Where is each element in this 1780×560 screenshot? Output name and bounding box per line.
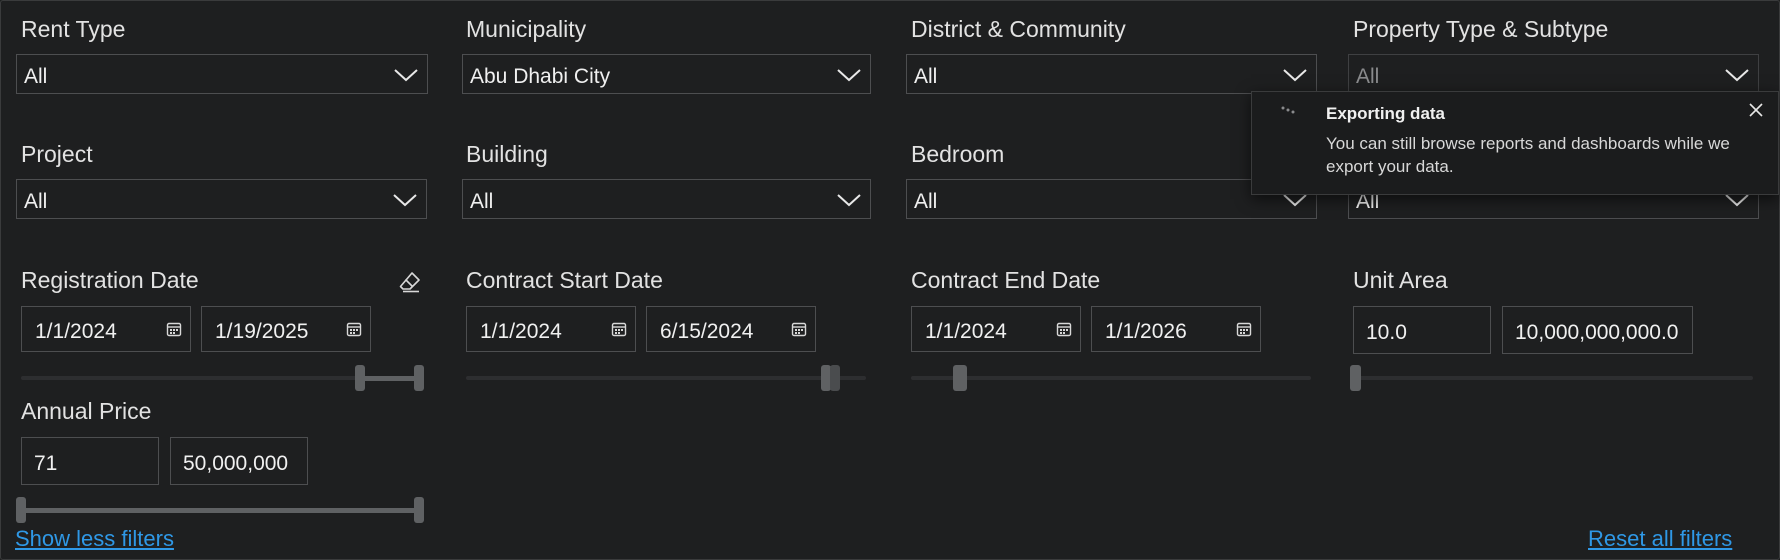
- rent-type-label: Rent Type: [21, 16, 126, 42]
- contract-end-date-from[interactable]: 1/1/2024: [911, 306, 1081, 352]
- contract-end-date-to[interactable]: 1/1/2026: [1091, 306, 1261, 352]
- close-icon[interactable]: [1748, 102, 1764, 118]
- district-label: District & Community: [911, 16, 1126, 42]
- contract-start-date-from[interactable]: 1/1/2024: [466, 306, 636, 352]
- contract-end-date-label: Contract End Date: [911, 267, 1101, 293]
- contract-end-date-from-value: 1/1/2024: [925, 320, 1007, 343]
- annual-price-slider-end-handle[interactable]: [414, 497, 424, 523]
- export-toast: Exporting data You can still browse repo…: [1251, 91, 1779, 195]
- annual-price-min-input[interactable]: 71: [21, 437, 159, 485]
- registration-date-label: Registration Date: [21, 267, 199, 293]
- contract-end-date-to-value: 1/1/2026: [1105, 320, 1187, 343]
- district-dropdown[interactable]: All: [906, 54, 1317, 94]
- bedroom-value: All: [914, 190, 938, 213]
- municipality-label: Municipality: [466, 16, 587, 42]
- chevron-down-icon: [1282, 67, 1308, 83]
- project-value: All: [24, 190, 48, 213]
- bedroom-label: Bedroom: [911, 141, 1005, 167]
- toast-title: Exporting data: [1326, 104, 1446, 123]
- annual-price-min-value: 71: [34, 452, 58, 475]
- unit-area-slider-handle[interactable]: [1350, 365, 1361, 391]
- registration-date-from-value: 1/1/2024: [35, 320, 117, 343]
- registration-date-slider-start-handle[interactable]: [355, 365, 365, 391]
- property-type-label: Property Type & Subtype: [1353, 16, 1609, 42]
- municipality-dropdown[interactable]: Abu Dhabi City: [462, 54, 871, 94]
- registration-date-slider-range: [360, 376, 419, 381]
- registration-date-to[interactable]: 1/19/2025: [201, 306, 371, 352]
- unit-area-max-value: 10,000,000,000.0: [1515, 321, 1679, 344]
- rent-type-value: All: [24, 65, 48, 88]
- chevron-down-icon: [836, 192, 862, 208]
- annual-price-label: Annual Price: [21, 398, 152, 424]
- property-type-dropdown[interactable]: All: [1348, 54, 1759, 94]
- unit-area-min-value: 10.0: [1366, 321, 1407, 344]
- calendar-icon[interactable]: [611, 321, 627, 337]
- contract-start-date-slider-end-handle[interactable]: [830, 365, 840, 391]
- contract-start-date-label: Contract Start Date: [466, 267, 663, 293]
- registration-date-from[interactable]: 1/1/2024: [21, 306, 191, 352]
- district-value: All: [914, 65, 938, 88]
- contract-start-date-to-value: 6/15/2024: [660, 320, 754, 343]
- chevron-down-icon: [1724, 67, 1750, 83]
- property-type-value: All: [1356, 65, 1380, 88]
- calendar-icon[interactable]: [791, 321, 807, 337]
- unit-area-max-input[interactable]: 10,000,000,000.0: [1502, 306, 1693, 354]
- annual-price-slider-range: [21, 508, 421, 513]
- building-value: All: [470, 190, 494, 213]
- reset-all-filters-link[interactable]: Reset all filters: [1588, 526, 1732, 552]
- registration-date-slider-end-handle[interactable]: [414, 365, 424, 391]
- eraser-icon[interactable]: [398, 270, 422, 294]
- calendar-icon[interactable]: [1236, 321, 1252, 337]
- unit-area-label: Unit Area: [1353, 267, 1448, 293]
- building-dropdown[interactable]: All: [462, 179, 871, 219]
- contract-end-date-slider-handle[interactable]: [953, 365, 967, 391]
- calendar-icon[interactable]: [346, 321, 362, 337]
- calendar-icon[interactable]: [166, 321, 182, 337]
- project-label: Project: [21, 141, 93, 167]
- municipality-value: Abu Dhabi City: [470, 65, 611, 88]
- calendar-icon[interactable]: [1056, 321, 1072, 337]
- contract-end-date-slider-track[interactable]: [911, 376, 1311, 380]
- chevron-down-icon: [836, 67, 862, 83]
- building-label: Building: [466, 141, 548, 167]
- chevron-down-icon: [392, 192, 418, 208]
- rent-type-dropdown[interactable]: All: [16, 54, 428, 94]
- annual-price-max-input[interactable]: 50,000,000: [170, 437, 308, 485]
- contract-start-date-from-value: 1/1/2024: [480, 320, 562, 343]
- annual-price-slider-start-handle[interactable]: [16, 497, 26, 523]
- chevron-down-icon: [393, 67, 419, 83]
- contract-start-date-to[interactable]: 6/15/2024: [646, 306, 816, 352]
- contract-start-date-slider-track[interactable]: [466, 376, 866, 380]
- show-less-filters-link[interactable]: Show less filters: [15, 526, 174, 552]
- toast-message: You can still browse reports and dashboa…: [1326, 134, 1730, 176]
- annual-price-max-value: 50,000,000: [183, 452, 289, 475]
- unit-area-min-input[interactable]: 10.0: [1353, 306, 1491, 354]
- project-dropdown[interactable]: All: [16, 179, 427, 219]
- registration-date-to-value: 1/19/2025: [215, 320, 309, 343]
- loading-spinner-icon: [1281, 106, 1295, 114]
- unit-area-slider-track[interactable]: [1353, 376, 1753, 380]
